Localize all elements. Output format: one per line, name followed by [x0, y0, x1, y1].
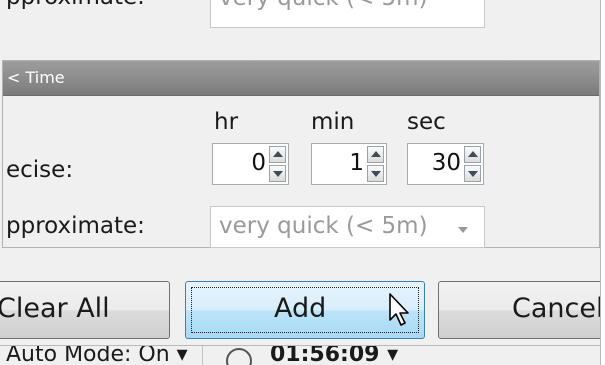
- top-approximate-label: pproximate:: [6, 0, 145, 10]
- dropdown-chevron-icon: [458, 227, 468, 233]
- dialog-window: pproximate: very quick (< 5m) < Time hr …: [0, 0, 605, 365]
- cancel-button[interactable]: Cancel: [438, 281, 605, 339]
- spin-down-icon[interactable]: [464, 165, 481, 182]
- status-bar: Auto Mode: On ▾ 01:56:09 ▾: [0, 345, 605, 365]
- seconds-value: 30: [431, 150, 461, 176]
- approximate-combo-value: very quick (< 5m): [219, 213, 428, 239]
- precise-label: ecise:: [6, 157, 74, 183]
- time-group-header: < Time: [3, 61, 599, 96]
- time-group-title: < Time: [7, 68, 65, 87]
- status-divider: [202, 346, 203, 365]
- window-right-edge: [600, 0, 605, 365]
- unit-hr-label: hr: [214, 109, 239, 135]
- spin-up-icon[interactable]: [464, 146, 481, 163]
- add-label: Add: [274, 293, 327, 324]
- spin-up-icon[interactable]: [269, 146, 286, 163]
- clear-all-button[interactable]: Clear All: [0, 281, 170, 339]
- approximate-combo[interactable]: very quick (< 5m): [210, 206, 485, 248]
- timer-status[interactable]: 01:56:09 ▾: [270, 346, 398, 365]
- top-approximate-combo-value: very quick (< 5m): [219, 0, 428, 11]
- spin-up-icon[interactable]: [367, 146, 384, 163]
- auto-mode-status[interactable]: Auto Mode: On ▾: [6, 346, 188, 365]
- approximate-label: pproximate:: [6, 213, 145, 239]
- cancel-label: Cancel: [512, 293, 604, 324]
- minutes-value: 1: [349, 150, 364, 176]
- spin-down-icon[interactable]: [367, 165, 384, 182]
- top-approximate-combo[interactable]: very quick (< 5m): [210, 0, 485, 28]
- spin-down-icon[interactable]: [269, 165, 286, 182]
- hours-spinner[interactable]: 0: [212, 143, 289, 185]
- minutes-spinner[interactable]: 1: [311, 143, 387, 185]
- mouse-cursor-icon: [389, 293, 409, 326]
- clear-all-label: Clear All: [0, 293, 110, 324]
- unit-min-label: min: [311, 109, 355, 135]
- clock-icon: [226, 348, 252, 365]
- unit-sec-label: sec: [407, 109, 446, 135]
- seconds-spinner[interactable]: 30: [407, 143, 484, 185]
- hours-value: 0: [251, 150, 266, 176]
